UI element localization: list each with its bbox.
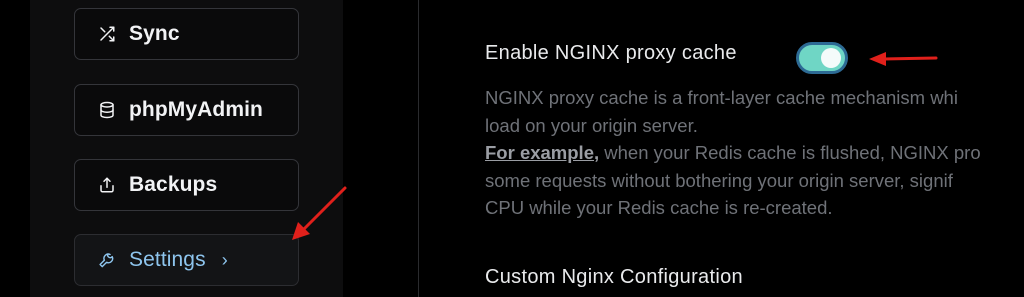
annotation-arrows-layer (292, 52, 938, 240)
arrow-to-settings-icon (292, 186, 347, 240)
arrow-to-toggle-icon (869, 52, 938, 66)
